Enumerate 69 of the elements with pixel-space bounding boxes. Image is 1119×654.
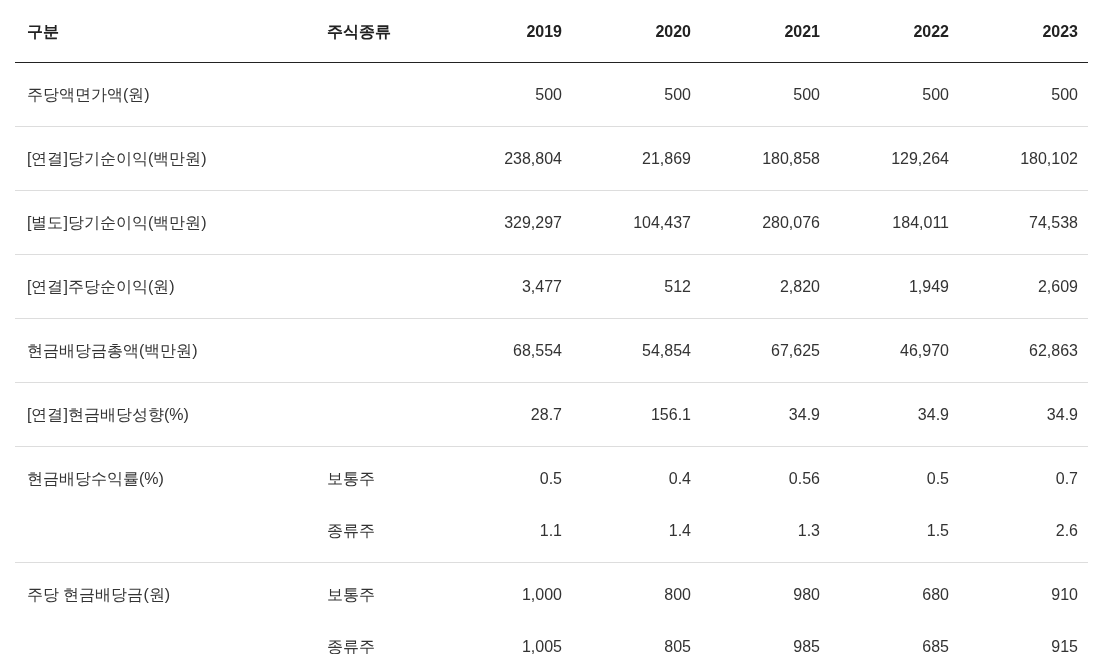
- table-cell-text: 805: [663, 637, 692, 654]
- column-header: 2023: [959, 0, 1088, 63]
- column-header: 주식종류: [315, 0, 443, 63]
- table-cell: 1.3: [701, 504, 830, 563]
- table-cell: 0.5: [443, 446, 572, 504]
- table-cell: 62,863: [959, 318, 1088, 383]
- column-header: 2019: [443, 0, 572, 63]
- table-cell: 910: [959, 562, 1088, 620]
- row-label: 주당액면가액(원): [15, 62, 315, 127]
- column-header: 2022: [830, 0, 959, 63]
- stock-type-label: 보통주: [327, 470, 375, 487]
- table-cell-text: 685: [921, 637, 950, 654]
- table-cell: 46,970: [830, 318, 959, 383]
- table-cell: 74,538: [959, 190, 1088, 255]
- table-cell: 54,854: [572, 318, 701, 383]
- row-label: [연결]당기순이익(백만원): [15, 126, 315, 191]
- table-cell: 2,609: [959, 254, 1088, 319]
- table-cell: 34.9: [959, 382, 1088, 447]
- stock-type-label: 보통주: [327, 586, 375, 603]
- table-cell: 67,625: [701, 318, 830, 383]
- table-cell-text: 985: [792, 637, 821, 654]
- table-cell: 156.1: [572, 382, 701, 447]
- table-cell: 280,076: [701, 190, 830, 255]
- table-cell: 28.7: [443, 382, 572, 447]
- table-cell: 512: [572, 254, 701, 319]
- row-label: [별도]당기순이익(백만원): [15, 190, 315, 255]
- table-cell: 1.4: [572, 504, 701, 563]
- row-label: [연결]현금배당성향(%): [15, 382, 315, 447]
- row-label: 현금배당수익률(%): [15, 446, 315, 563]
- row-label: 현금배당금총액(백만원): [15, 318, 315, 383]
- table-cell: 500: [830, 62, 959, 127]
- table-cell: 2,820: [701, 254, 830, 319]
- stock-type-label: 종류주: [327, 522, 375, 539]
- table-cell: 238,804: [443, 126, 572, 191]
- table-cell: 34.9: [701, 382, 830, 447]
- table-cell-text: 1,005: [520, 637, 563, 654]
- table-cell: 500: [572, 62, 701, 127]
- table-cell: 500: [701, 62, 830, 127]
- table-cell: 184,011: [830, 190, 959, 255]
- table-cell: 180,858: [701, 126, 830, 191]
- table-cell: 21,869: [572, 126, 701, 191]
- column-header: 구분: [15, 0, 315, 63]
- table-cell: 500: [443, 62, 572, 127]
- table-cell-text: 915: [1050, 637, 1079, 654]
- table-cell: 0.4: [572, 446, 701, 504]
- table-cell: 129,264: [830, 126, 959, 191]
- row-label: [연결]주당순이익(원): [15, 254, 315, 319]
- table-cell: 1.5: [830, 504, 959, 563]
- table-cell: 329,297: [443, 190, 572, 255]
- row-label: 주당 현금배당금(원): [15, 562, 315, 654]
- table-cell: 1,000: [443, 562, 572, 620]
- column-header: 2021: [701, 0, 830, 63]
- table-cell: 0.56: [701, 446, 830, 504]
- table-cell: 0.7: [959, 446, 1088, 504]
- table-cell: 180,102: [959, 126, 1088, 191]
- table-cell: 800: [572, 562, 701, 620]
- table-cell: 68,554: [443, 318, 572, 383]
- table-cell: 3,477: [443, 254, 572, 319]
- table-cell: 1.1: [443, 504, 572, 563]
- table-cell: 2.6: [959, 504, 1088, 563]
- table-cell: 500: [959, 62, 1088, 127]
- column-header: 2020: [572, 0, 701, 63]
- table-cell: 34.9: [830, 382, 959, 447]
- table-cell: 680: [830, 562, 959, 620]
- table-cell: 104,437: [572, 190, 701, 255]
- table-cell: 1,949: [830, 254, 959, 319]
- table-cell: 0.5: [830, 446, 959, 504]
- stock-type-label: 종류주: [327, 638, 375, 654]
- table-cell: 980: [701, 562, 830, 620]
